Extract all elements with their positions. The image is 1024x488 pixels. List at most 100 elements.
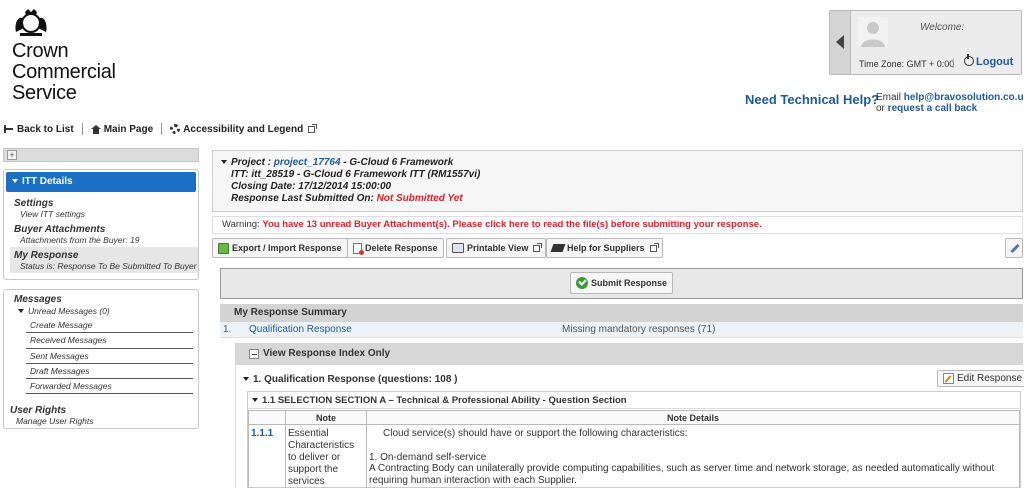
last-submitted-line: Response Last Submitted On: Not Submitte… (231, 193, 480, 205)
back-to-list-label: Back to List (17, 123, 74, 135)
main-page-link[interactable]: Main Page (90, 123, 154, 135)
last-submitted-label: Response Last Submitted On: (231, 193, 377, 204)
edit-response-label: Edit Response (957, 373, 1023, 384)
selection-section-title[interactable]: 1.1 SELECTION SECTION A – Technical & Pr… (252, 395, 627, 406)
sidebar-item-user-rights[interactable]: User Rights Manage User Rights (10, 405, 93, 426)
messages-title[interactable]: Messages (14, 294, 62, 305)
avatar-icon (858, 17, 888, 47)
warning-label: Warning: (222, 219, 263, 230)
details-intro: Cloud service(s) should have or support … (383, 428, 688, 439)
separator: | (952, 58, 955, 69)
delete-response-button[interactable]: Delete Response (347, 238, 444, 258)
qualification-section: 1. Qualification Response (questions: 10… (235, 365, 1024, 488)
project-line: Project : project_17764 - G-Cloud 6 Fram… (231, 157, 480, 169)
sidebar-item-settings[interactable]: Settings View ITT settings (14, 198, 85, 219)
sidebar-item-buyer-attachments[interactable]: Buyer Attachments Attachments from the B… (14, 224, 140, 245)
excel-icon (218, 242, 229, 254)
details-item-text: A Contracting Body can unilaterally prov… (369, 463, 995, 486)
sidebar-item-title: Settings (14, 198, 54, 209)
submit-response-label: Submit Response (591, 278, 668, 288)
selection-section-box: 1.1 SELECTION SECTION A – Technical & Pr… (247, 391, 1021, 488)
summary-row: 1. Qualification Response Missing mandat… (220, 322, 1023, 338)
check-icon (576, 277, 588, 289)
received-messages-link[interactable]: Received Messages (26, 333, 193, 349)
unread-messages-toggle[interactable]: Unread Messages (0) (18, 306, 110, 316)
sidebar-item-my-response[interactable]: My Response Status is: Response To Be Su… (14, 250, 197, 271)
column-header-note-details: Note Details (366, 410, 1020, 425)
edit-response-button[interactable]: Edit Response (937, 370, 1024, 387)
expand-all-plus-icon[interactable]: + (7, 150, 17, 160)
top-toolbar: Back to List Main Page Accessibility and… (4, 122, 323, 136)
gear-icon (170, 124, 181, 134)
divider (81, 123, 83, 135)
caret-down-icon[interactable] (221, 160, 227, 164)
project-name: - G-Cloud 6 Framework (340, 157, 454, 168)
sidebar-item-subtitle: View ITT settings (20, 209, 86, 219)
project-link[interactable]: project_17764 (274, 157, 341, 168)
delete-response-label: Delete Response (365, 243, 438, 253)
printable-view-button[interactable]: Printable View (446, 238, 547, 258)
power-icon (964, 54, 974, 66)
table-row: 1.1.1 Essential Characteristics to deliv… (248, 424, 1020, 488)
export-import-label: Export / Import Response (232, 243, 342, 253)
external-link-icon (533, 242, 543, 252)
note-details-cell: Cloud service(s) should have or support … (366, 424, 1020, 488)
logout-link[interactable]: Logout (964, 54, 1014, 68)
submission-status: Not Submitted Yet (376, 193, 463, 204)
warning-text[interactable]: You have 13 unread Buyer Attachment(s). … (262, 219, 761, 230)
draft-messages-link[interactable]: Draft Messages (26, 364, 193, 380)
brand-line-3: Service (12, 82, 77, 104)
collapse-user-panel-button[interactable] (830, 11, 851, 74)
view-response-index-label: View Response Index Only (263, 348, 391, 359)
help-email-link[interactable]: help@bravosolution.co.uk (904, 92, 1024, 103)
submit-bar: Submit Response (220, 268, 1023, 299)
collapse-minus-icon[interactable] (249, 349, 259, 359)
details-item-title: 1. On-demand self-service (369, 451, 487, 463)
sent-messages-link[interactable]: Sent Messages (26, 349, 193, 364)
welcome-label: Welcome: (920, 22, 965, 33)
qualification-section-title[interactable]: 1. Qualification Response (questions: 10… (243, 374, 458, 385)
wrench-icon[interactable] (1005, 238, 1023, 258)
home-icon (90, 124, 101, 134)
user-panel: Welcome: Time Zone: GMT + 0:00 | Logout (829, 10, 1022, 75)
closing-date-line: Closing Date: 17/12/2014 15:00:00 (231, 181, 392, 192)
printable-view-label: Printable View (467, 243, 529, 253)
sidebar-item-title: User Rights (10, 405, 67, 416)
sidebar-item-title: Buyer Attachments (14, 224, 106, 235)
back-arrow-icon (4, 125, 14, 133)
edit-pencil-icon (943, 373, 954, 384)
help-for-suppliers-button[interactable]: Help for Suppliers (546, 238, 663, 258)
export-import-response-button[interactable]: Export / Import Response (212, 238, 348, 258)
view-response-index-toggle[interactable]: View Response Index Only (235, 343, 1023, 365)
itt-details-header[interactable]: ITT Details (6, 172, 196, 192)
column-header-number (248, 410, 286, 425)
or-label: or (876, 103, 888, 114)
caret-down-icon (12, 179, 18, 183)
itt-details-label: ITT Details (22, 176, 73, 187)
project-label: Project : (231, 157, 274, 168)
accessibility-legend-label: Accessibility and Legend (183, 123, 304, 135)
crown-commercial-service-logo: Crown Commercial Service (12, 6, 152, 104)
request-callback-link[interactable]: request a call back (888, 103, 978, 114)
main-page-label: Main Page (103, 123, 154, 135)
delete-document-icon (353, 242, 364, 255)
qualification-response-link[interactable]: Qualification Response (249, 322, 352, 338)
qualification-title-label: 1. Qualification Response (questions: 10… (253, 374, 458, 385)
sidebar-header: + (3, 148, 199, 162)
submit-response-button[interactable]: Submit Response (570, 272, 674, 294)
graduation-cap-icon (550, 244, 566, 252)
warning-banner[interactable]: Warning: You have 13 unread Buyer Attach… (212, 216, 1023, 234)
logout-label: Logout (976, 56, 1014, 68)
accessibility-legend-link[interactable]: Accessibility and Legend (170, 123, 318, 135)
royal-crest-icon (15, 9, 47, 36)
question-number-link[interactable]: 1.1.1 (251, 428, 273, 439)
response-summary-header: My Response Summary (220, 304, 1023, 322)
back-to-list-link[interactable]: Back to List (4, 124, 74, 135)
external-link-icon (649, 242, 659, 252)
forwarded-messages-link[interactable]: Forwarded Messages (26, 379, 193, 395)
create-message-link[interactable]: Create Message (26, 318, 193, 334)
selection-section-label: 1.1 SELECTION SECTION A – Technical & Pr… (262, 395, 627, 406)
caret-down-icon (243, 377, 249, 381)
brand-line-1: Crown (12, 40, 69, 62)
caret-down-icon (18, 309, 24, 313)
